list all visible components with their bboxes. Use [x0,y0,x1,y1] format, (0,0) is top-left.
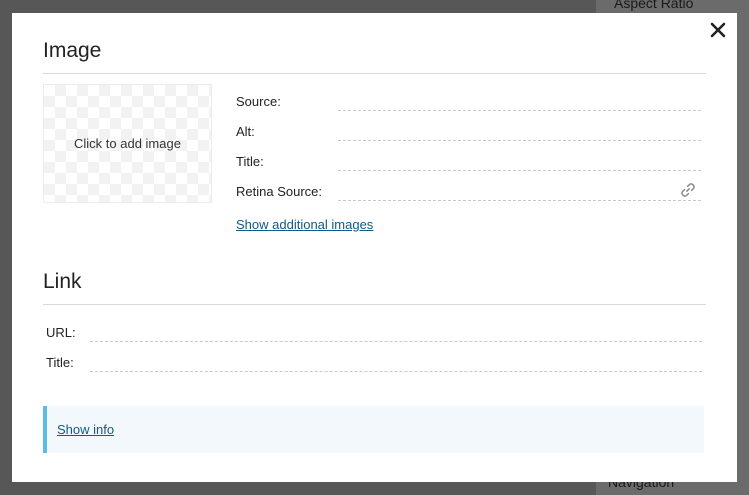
image-section-divider [43,73,706,74]
close-button[interactable] [708,20,728,40]
link-section-divider [43,304,706,305]
link-icon [681,183,695,197]
image-dropzone-label: Click to add image [74,136,181,151]
alt-input[interactable] [338,121,701,141]
link-title-input[interactable] [90,352,702,372]
image-title-label: Title: [236,154,264,169]
url-input[interactable] [90,322,702,342]
retina-source-label: Retina Source: [236,184,322,199]
image-title-input[interactable] [338,151,701,171]
link-button[interactable] [680,182,696,198]
link-title-label: Title: [46,355,74,370]
url-label: URL: [46,325,76,340]
info-panel: Show info [43,406,704,453]
source-input[interactable] [338,91,701,111]
image-section-title: Image [43,39,102,62]
show-additional-images-link[interactable]: Show additional images [236,217,373,232]
link-section-title: Link [43,270,82,293]
alt-label: Alt: [236,124,255,139]
image-dialog: Image Click to add image Source: Alt: Ti… [12,13,737,482]
background-aspect-ratio-label: Aspect Ratio [614,0,694,11]
close-icon [710,22,726,38]
image-dropzone[interactable]: Click to add image [43,84,212,203]
show-info-link[interactable]: Show info [57,422,114,437]
source-label: Source: [236,94,281,109]
retina-source-input[interactable] [338,181,701,201]
modal-backdrop[interactable]: Aspect Ratio Navigation Image Click to a… [0,0,749,495]
